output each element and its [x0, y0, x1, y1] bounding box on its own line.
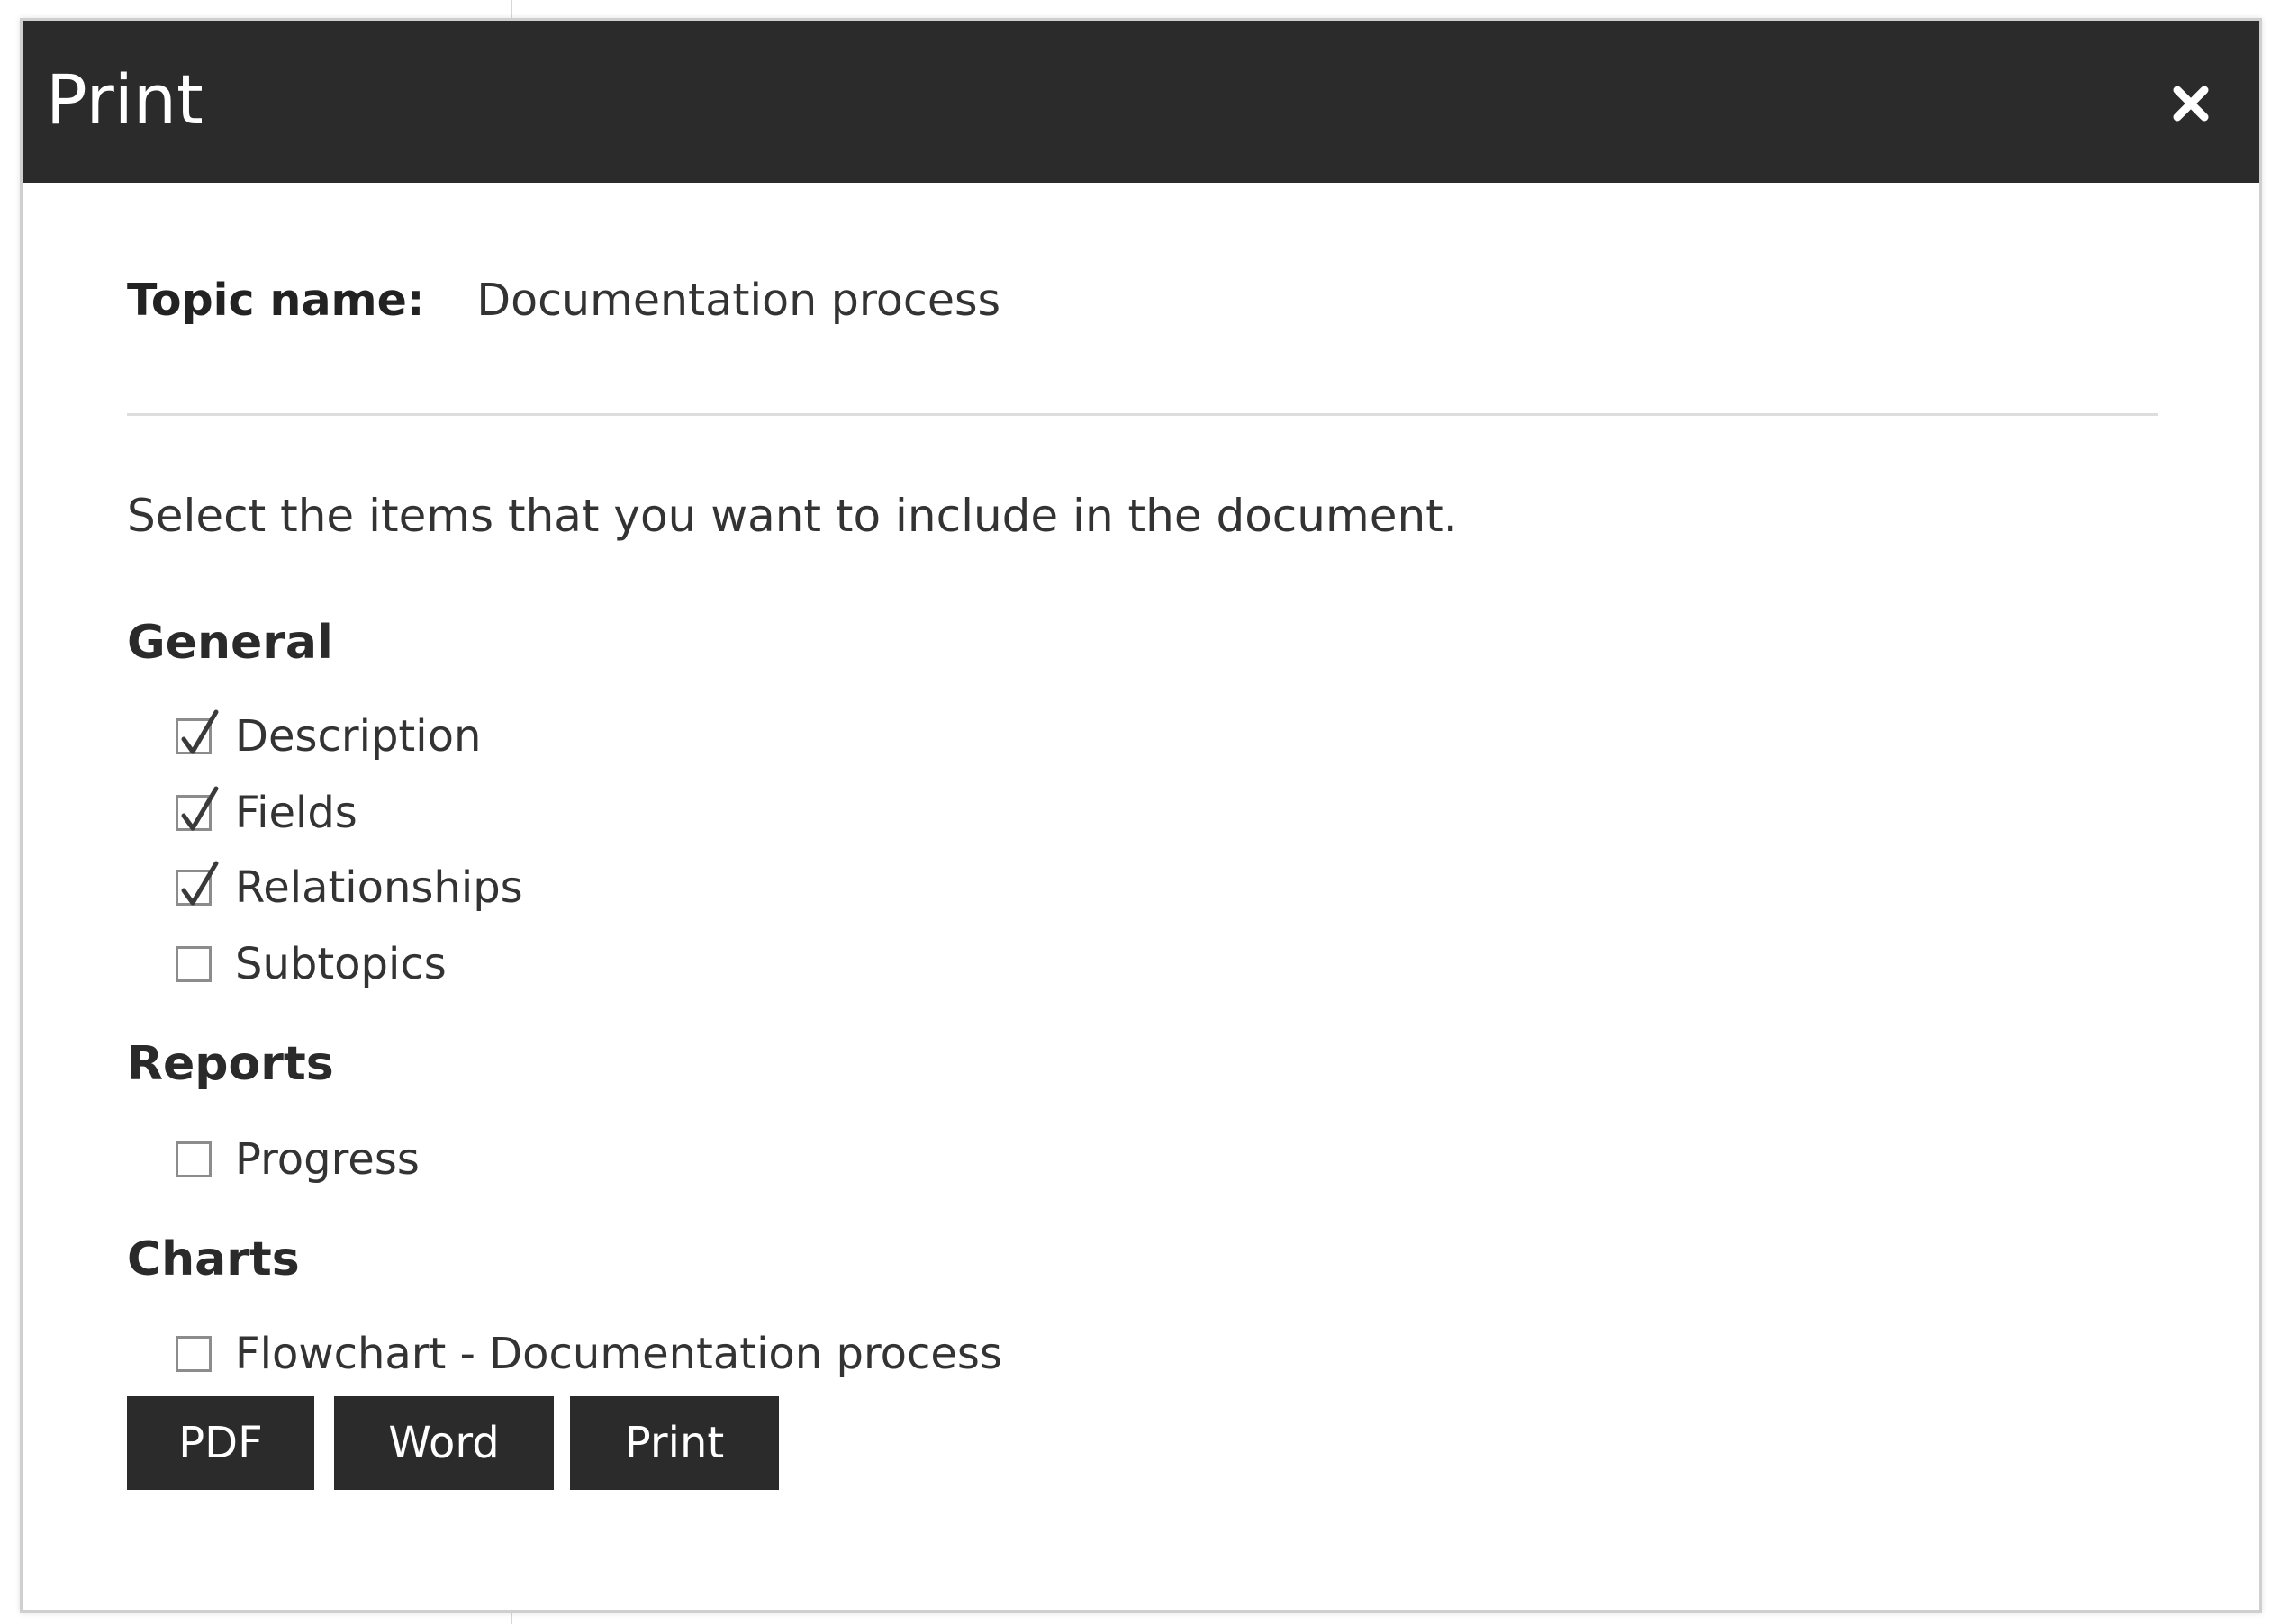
checkbox-label: Fields [235, 788, 357, 838]
checkbox-label: Description [235, 711, 482, 762]
instruction-text: Select the items that you want to includ… [127, 490, 1458, 542]
checkbox-box[interactable] [176, 861, 219, 906]
checkbox-description[interactable]: Description [176, 706, 481, 767]
dialog-titlebar: Print [23, 21, 2259, 183]
checkbox-label: Progress [235, 1134, 420, 1185]
topic-name-row: Topic name: Documentation process [127, 268, 1000, 331]
checkbox-label: Relationships [235, 862, 523, 913]
checkbox-box[interactable] [176, 786, 219, 831]
general-heading: General [127, 616, 333, 670]
checkbox-flowchart[interactable]: Flowchart - Documentation process [176, 1323, 1002, 1385]
checkbox-label: Subtopics [235, 939, 447, 989]
checkbox-box[interactable] [176, 709, 219, 754]
checkbox-box[interactable] [176, 946, 212, 982]
print-dialog: Print Topic name: Documentation process … [20, 18, 2262, 1613]
checkbox-box[interactable] [176, 1336, 212, 1372]
checkbox-relationships[interactable]: Relationships [176, 857, 523, 918]
checkbox-subtopics[interactable]: Subtopics [176, 934, 447, 995]
checkbox-label: Flowchart - Documentation process [235, 1329, 1002, 1379]
reports-heading: Reports [127, 1037, 334, 1091]
word-button[interactable]: Word [334, 1396, 554, 1490]
dialog-title: Print [46, 59, 204, 140]
checkbox-box[interactable] [176, 1141, 212, 1177]
topic-name-label: Topic name: [127, 274, 425, 326]
topic-name-value: Documentation process [476, 274, 1001, 326]
checkmark-icon [181, 861, 219, 906]
checkbox-progress[interactable]: Progress [176, 1129, 420, 1190]
pdf-button[interactable]: PDF [127, 1396, 314, 1490]
checkmark-icon [181, 709, 219, 754]
charts-heading: Charts [127, 1232, 300, 1286]
section-divider [127, 413, 2158, 416]
print-button[interactable]: Print [570, 1396, 779, 1490]
checkmark-icon [181, 786, 219, 831]
close-icon[interactable] [2155, 68, 2227, 140]
checkbox-fields[interactable]: Fields [176, 782, 357, 844]
export-button-group: PDF Word Print [127, 1396, 779, 1490]
